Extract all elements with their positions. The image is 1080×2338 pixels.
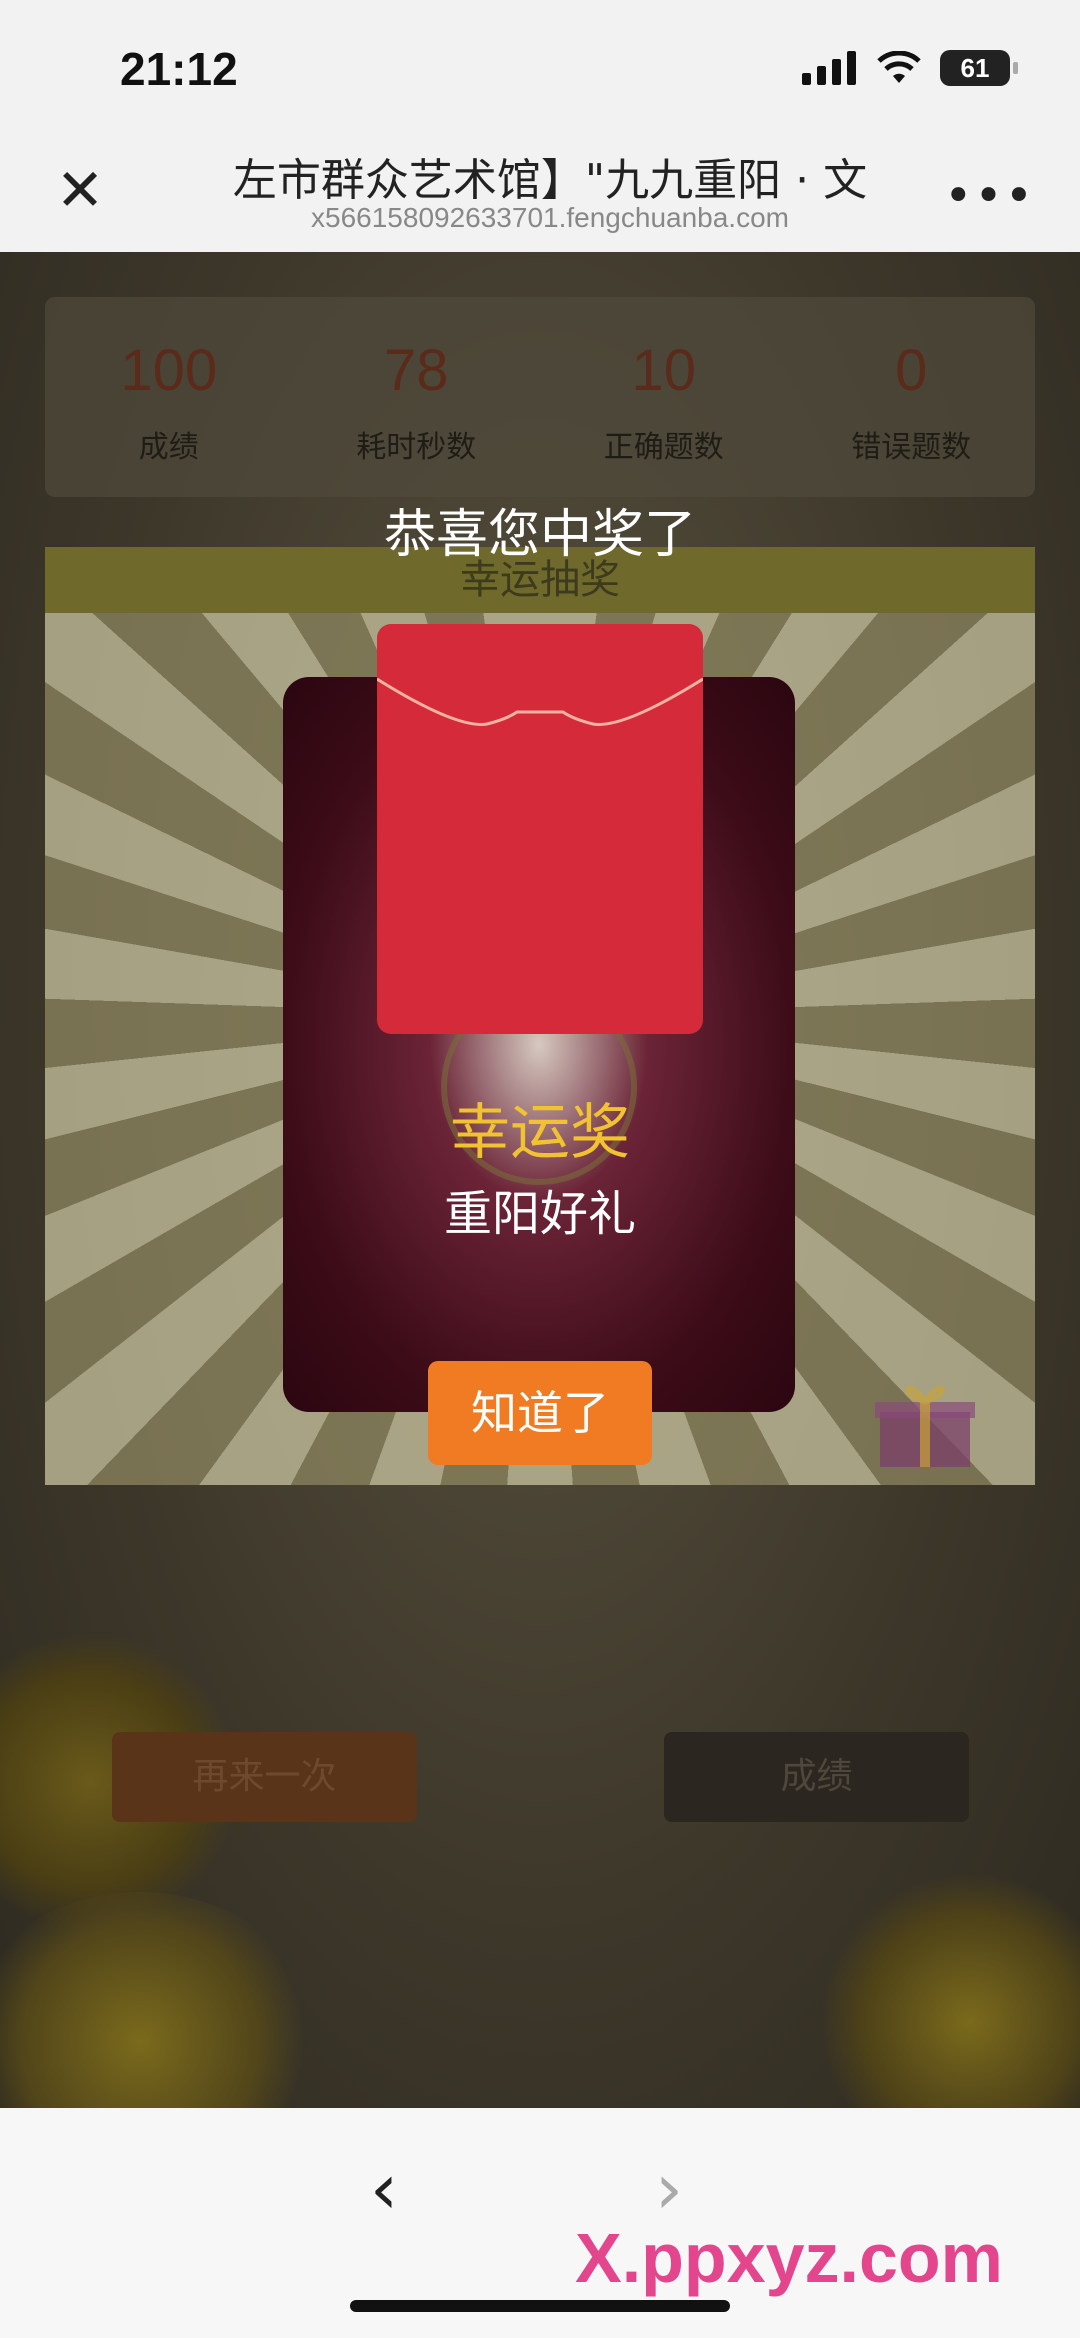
- score-summary: 100 成绩 78 耗时秒数 10 正确题数 0 错误题数: [45, 297, 1035, 497]
- correct-label: 正确题数: [603, 430, 724, 465]
- wrong-value: 0: [895, 338, 928, 403]
- browser-nav-bar: ✕ 左市群众艺术馆】"九九重阳 · 文 x566158092633701.fen…: [0, 130, 1080, 253]
- home-indicator[interactable]: [350, 2300, 730, 2312]
- prize-description: 重阳好礼: [443, 1186, 636, 1242]
- close-icon[interactable]: ✕: [50, 160, 110, 220]
- wifi-icon: [877, 51, 921, 83]
- red-envelope-icon: [377, 624, 703, 1034]
- status-icons: 61: [802, 50, 1018, 86]
- wrong-item: 0 错误题数: [788, 297, 1036, 497]
- congrats-text: 恭喜您中奖了: [383, 505, 696, 565]
- more-icon[interactable]: •••: [944, 168, 1035, 224]
- correct-item: 10 正确题数: [540, 297, 788, 497]
- signal-icon: [802, 51, 856, 85]
- view-score-button[interactable]: 成绩: [664, 1732, 969, 1822]
- time-label: 耗时秒数: [356, 430, 477, 465]
- score-item: 100 成绩: [45, 297, 293, 497]
- prize-name: 幸运奖: [450, 1098, 630, 1168]
- page-title: 左市群众艺术馆】"九九重阳 · 文: [232, 155, 868, 206]
- back-arrow-icon[interactable]: ‹: [370, 2148, 398, 2230]
- status-bar: 21:12 61: [0, 0, 1080, 130]
- battery-icon: 61: [940, 50, 1018, 86]
- retry-button[interactable]: 再来一次: [112, 1732, 417, 1822]
- browser-toolbar: ‹ › X.ppxyz.com: [0, 2108, 1080, 2338]
- watermark-text: X.ppxyz.com: [575, 2219, 1003, 2297]
- time-item: 78 耗时秒数: [293, 297, 541, 497]
- page-content: 100 成绩 78 耗时秒数 10 正确题数 0 错误题数 幸运抽奖 再来一次 …: [0, 252, 1080, 2108]
- chrysanthemum-decoration: [0, 1892, 320, 2108]
- status-time: 21:12: [120, 43, 238, 95]
- page-url: x566158092633701.fengchuanba.com: [311, 202, 789, 233]
- correct-value: 10: [631, 338, 696, 403]
- acknowledge-button[interactable]: 知道了: [428, 1361, 652, 1465]
- gift-box-icon: [875, 1385, 975, 1467]
- wrong-label: 错误题数: [851, 430, 972, 465]
- score-label: 成绩: [138, 430, 199, 465]
- score-value: 100: [120, 338, 218, 403]
- chrysanthemum-decoration: [820, 1872, 1080, 2108]
- time-value: 78: [383, 338, 449, 403]
